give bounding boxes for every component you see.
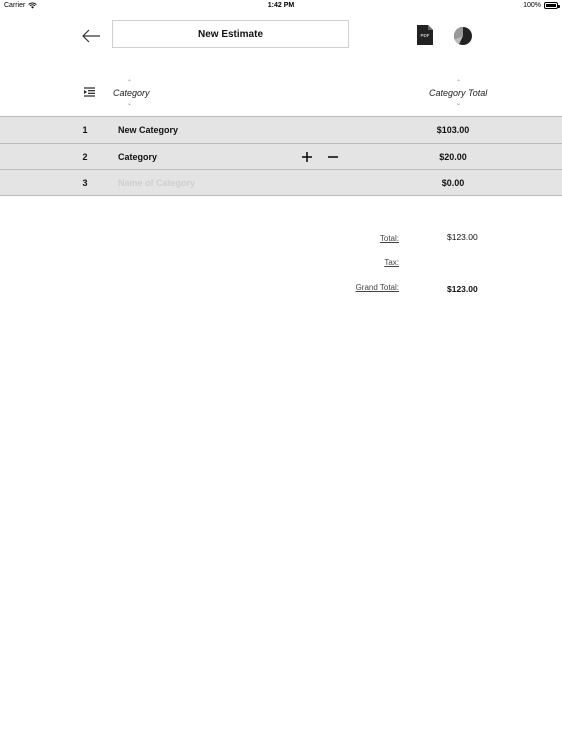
category-name-placeholder[interactable]: Name of Category [118, 178, 195, 188]
battery-percent: 100% [523, 2, 541, 9]
status-bar: Carrier 1:42 PM 100% [0, 0, 562, 12]
row-number: 3 [82, 178, 88, 188]
status-right: 100% [523, 2, 560, 9]
minus-icon[interactable] [326, 150, 340, 164]
estimate-title-field[interactable]: New Estimate [112, 20, 349, 48]
battery-icon [544, 2, 560, 9]
tax-label[interactable]: Tax: [299, 258, 399, 267]
category-total: $103.00 [436, 125, 470, 135]
table-row[interactable]: 1 New Category $103.00 [0, 116, 562, 143]
category-table: 1 New Category $103.00 2 Category $20.00… [0, 116, 562, 196]
category-sort-up-icon[interactable]: ⌃ [127, 80, 132, 86]
estimate-title: New Estimate [197, 28, 264, 40]
row-number: 1 [82, 125, 88, 135]
row-number: 2 [82, 151, 88, 162]
total-sort-up-icon[interactable]: ⌃ [456, 80, 461, 86]
total-sort-down-icon[interactable]: ⌄ [456, 101, 461, 107]
total-value: $123.00 [447, 232, 478, 242]
category-total-column-header[interactable]: Category Total [429, 88, 487, 98]
table-row[interactable]: 3 Name of Category $0.00 [0, 169, 562, 196]
category-column-header[interactable]: Category [113, 88, 150, 98]
grand-total-value: $123.00 [447, 284, 478, 294]
plus-icon[interactable] [300, 150, 314, 164]
reorder-icon[interactable] [84, 87, 95, 97]
category-sort-down-icon[interactable]: ⌄ [127, 101, 132, 107]
pie-chart-icon[interactable] [453, 26, 473, 46]
table-row[interactable]: 2 Category $20.00 [0, 142, 562, 169]
total-label: Total: [379, 234, 399, 243]
category-name[interactable]: Category [118, 152, 157, 162]
category-total: $20.00 [439, 151, 467, 162]
category-total: $0.00 [441, 178, 465, 188]
pdf-icon[interactable]: PDF [416, 24, 434, 46]
grand-total-label: Grand Total: [355, 283, 399, 292]
category-name[interactable]: New Category [118, 125, 178, 135]
status-time: 1:42 PM [267, 2, 295, 9]
pdf-label: PDF [421, 33, 430, 38]
back-arrow-icon[interactable] [80, 26, 102, 46]
